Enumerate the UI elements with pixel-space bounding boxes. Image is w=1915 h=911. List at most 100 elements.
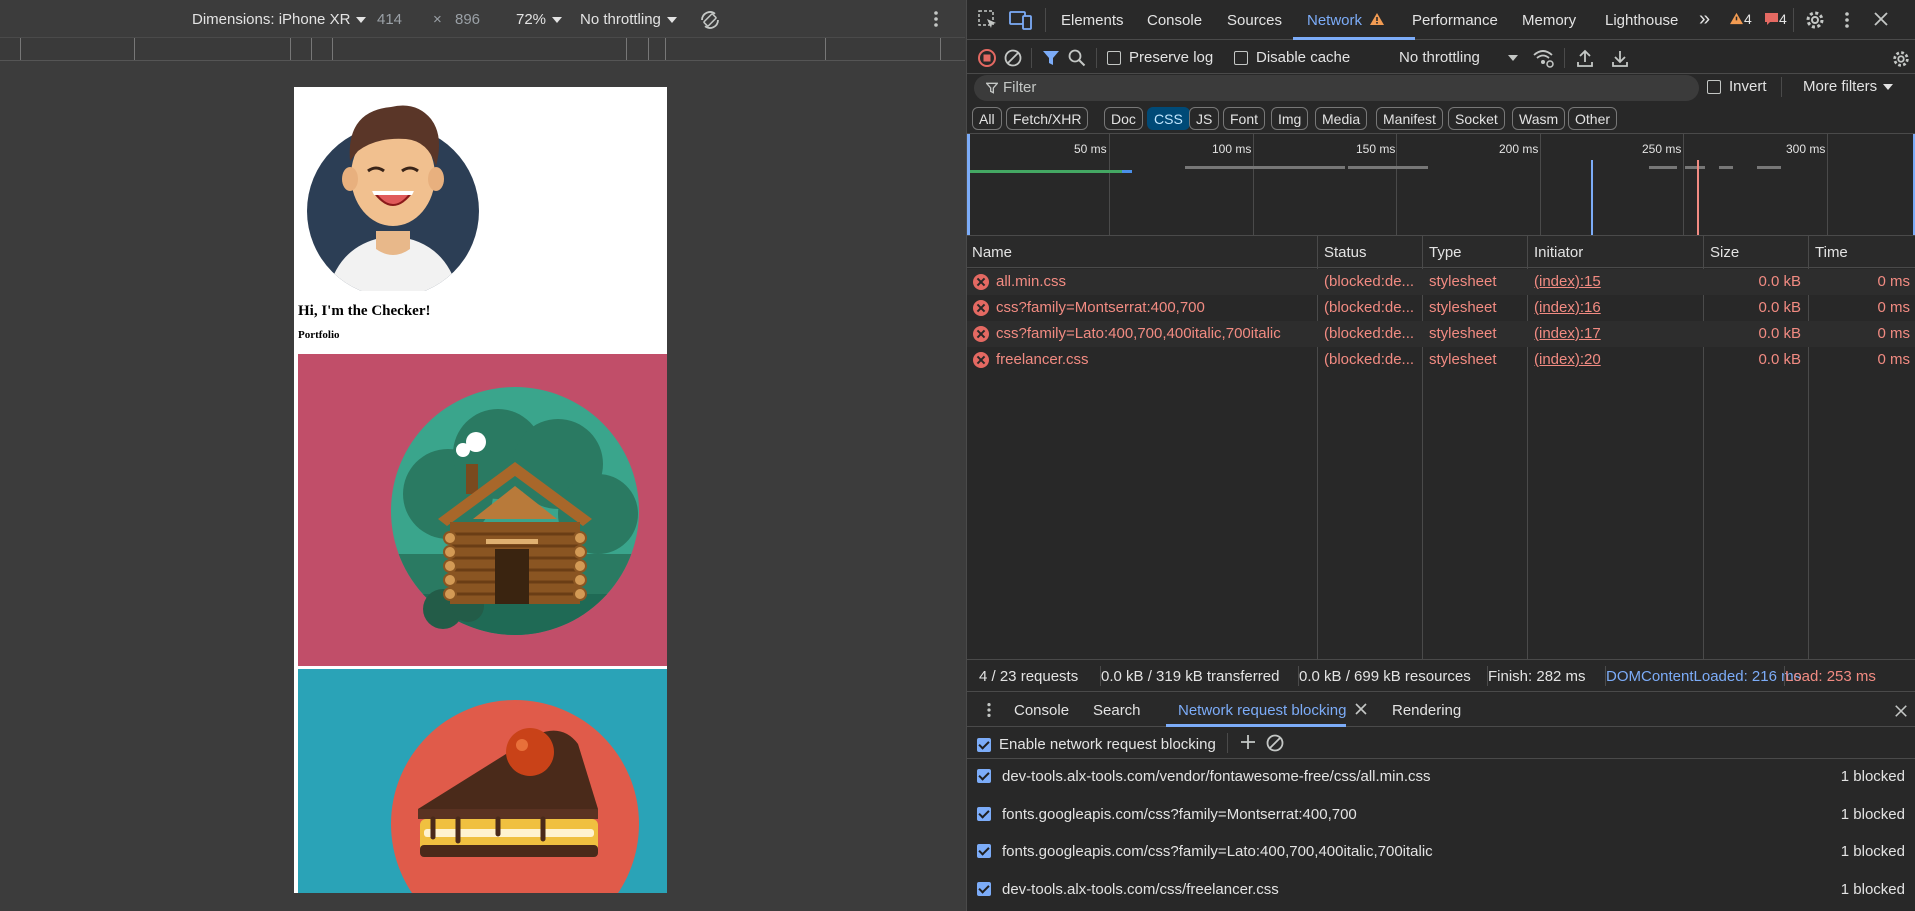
width-input[interactable]: 414 — [377, 11, 402, 28]
preserve-log-toggle[interactable]: Preserve log — [1107, 49, 1213, 66]
tab-network[interactable]: Network — [1307, 12, 1385, 29]
request-initiator-link[interactable]: (index):20 — [1534, 351, 1601, 368]
inspect-element-icon[interactable] — [977, 9, 999, 35]
drawer-tab-network-request-blocking[interactable]: Network request blocking — [1178, 702, 1367, 719]
portfolio-item-cake[interactable] — [298, 669, 667, 893]
tab-console[interactable]: Console — [1147, 12, 1202, 29]
pattern-checkbox[interactable] — [977, 807, 991, 821]
request-initiator-link[interactable]: (index):15 — [1534, 273, 1601, 290]
errors-counter[interactable]: 4 — [1764, 11, 1787, 27]
col-time[interactable]: Time — [1815, 244, 1848, 261]
add-pattern-icon[interactable] — [1240, 734, 1256, 754]
list-item[interactable]: dev-tools.alx-tools.com/css/freelancer.c… — [967, 872, 1915, 909]
col-size[interactable]: Size — [1710, 244, 1739, 261]
more-tabs-icon[interactable]: » — [1699, 8, 1710, 31]
enable-blocking-label: Enable network request blocking — [999, 736, 1216, 753]
request-time: 0 ms — [1877, 325, 1910, 342]
drawer-tab-search[interactable]: Search — [1093, 702, 1141, 719]
col-type[interactable]: Type — [1429, 244, 1462, 261]
preserve-log-checkbox[interactable] — [1107, 51, 1121, 66]
warnings-counter[interactable]: 4 — [1729, 11, 1752, 27]
filter-chip-socket[interactable]: Socket — [1448, 107, 1505, 130]
table-row[interactable]: css?family=Montserrat:400,700 (blocked:d… — [967, 295, 1915, 321]
request-blocking-toolbar: Enable network request blocking — [967, 727, 1915, 759]
filter-chip-all[interactable]: All — [972, 107, 1002, 130]
overview-left-handle[interactable] — [967, 134, 970, 235]
record-stop-icon[interactable] — [978, 49, 996, 71]
filter-input[interactable]: Filter — [974, 75, 1699, 101]
zoom-select[interactable]: 72% — [516, 11, 563, 28]
request-initiator-link[interactable]: (index):17 — [1534, 325, 1601, 342]
list-item[interactable]: fonts.googleapis.com/css?family=Montserr… — [967, 797, 1915, 834]
drawer-tab-rendering[interactable]: Rendering — [1392, 702, 1461, 719]
filter-chip-media[interactable]: Media — [1315, 107, 1368, 130]
network-conditions-icon[interactable] — [1532, 48, 1554, 72]
filter-chip-doc[interactable]: Doc — [1104, 107, 1143, 130]
network-settings-gear-icon[interactable] — [1891, 49, 1911, 73]
device-select[interactable]: Dimensions: iPhone XR — [192, 11, 367, 28]
filter-chip-css[interactable]: CSS — [1147, 107, 1190, 130]
throttle-select[interactable]: No throttling — [580, 11, 677, 28]
request-size: 0.0 kB — [1758, 325, 1801, 342]
col-initiator[interactable]: Initiator — [1534, 244, 1583, 261]
request-name: freelancer.css — [996, 351, 1089, 368]
filter-chip-img[interactable]: Img — [1271, 107, 1309, 130]
invert-toggle[interactable]: Invert — [1707, 78, 1767, 95]
tab-lighthouse[interactable]: Lighthouse — [1605, 12, 1678, 29]
warnings-count: 4 — [1744, 11, 1752, 27]
import-har-icon[interactable] — [1576, 48, 1594, 72]
remove-all-patterns-icon[interactable] — [1266, 734, 1284, 756]
chevron-down-icon — [666, 17, 677, 24]
more-options-icon[interactable] — [1844, 10, 1850, 34]
settings-gear-icon[interactable] — [1804, 9, 1826, 35]
filter-chip-js[interactable]: JS — [1189, 107, 1220, 130]
filter-chip-font[interactable]: Font — [1223, 107, 1266, 130]
list-item[interactable]: fonts.googleapis.com/css?family=Lato:400… — [967, 834, 1915, 871]
overview-tick-250: 250 ms — [1642, 142, 1682, 156]
tab-performance[interactable]: Performance — [1412, 12, 1498, 29]
invert-checkbox[interactable] — [1707, 80, 1721, 95]
clear-icon[interactable] — [1004, 49, 1022, 71]
network-throttle-select[interactable]: No throttling — [1399, 49, 1518, 66]
filter-chip-wasm[interactable]: Wasm — [1512, 107, 1566, 130]
export-har-icon[interactable] — [1611, 48, 1629, 72]
device-toggle-icon[interactable] — [1009, 9, 1033, 35]
disable-cache-toggle[interactable]: Disable cache — [1234, 49, 1350, 66]
enable-blocking-toggle[interactable]: Enable network request blocking — [977, 736, 1216, 753]
request-size: 0.0 kB — [1758, 273, 1801, 290]
pattern-checkbox[interactable] — [977, 769, 991, 783]
list-item[interactable]: dev-tools.alx-tools.com/vendor/fontaweso… — [967, 759, 1915, 796]
table-row[interactable]: freelancer.css (blocked:de... stylesheet… — [967, 347, 1915, 373]
portfolio-item-cabin[interactable] — [298, 354, 667, 666]
more-filters-select[interactable]: More filters — [1803, 78, 1894, 95]
col-name[interactable]: Name — [972, 244, 1012, 261]
col-status[interactable]: Status — [1324, 244, 1367, 261]
pattern-checkbox[interactable] — [977, 844, 991, 858]
drawer-menu-icon[interactable] — [986, 701, 992, 723]
tab-sources[interactable]: Sources — [1227, 12, 1282, 29]
search-icon[interactable] — [1068, 49, 1086, 71]
request-time: 0 ms — [1877, 351, 1910, 368]
filter-chip-manifest[interactable]: Manifest — [1376, 107, 1443, 130]
request-type: stylesheet — [1429, 325, 1497, 342]
table-row[interactable]: all.min.css (blocked:de... stylesheet (i… — [967, 269, 1915, 295]
table-row[interactable]: css?family=Lato:400,700,400italic,700ita… — [967, 321, 1915, 347]
disable-cache-checkbox[interactable] — [1234, 51, 1248, 66]
tab-memory[interactable]: Memory — [1522, 12, 1576, 29]
tab-elements[interactable]: Elements — [1061, 12, 1124, 29]
pattern-checkbox[interactable] — [977, 882, 991, 896]
drawer-tab-console[interactable]: Console — [1014, 702, 1069, 719]
more-options-icon[interactable] — [933, 9, 939, 33]
filter-chip-other[interactable]: Other — [1568, 107, 1618, 130]
request-initiator-link[interactable]: (index):16 — [1534, 299, 1601, 316]
close-drawer-icon[interactable] — [1894, 704, 1908, 722]
network-overview-timeline[interactable]: 50 ms 100 ms 150 ms 200 ms 250 ms 300 ms — [967, 134, 1915, 236]
media-query-ruler[interactable] — [0, 38, 965, 61]
close-tab-icon[interactable] — [1355, 703, 1367, 715]
close-devtools-icon[interactable] — [1873, 11, 1889, 31]
enable-blocking-checkbox[interactable] — [977, 738, 991, 753]
rotate-icon[interactable] — [698, 8, 722, 36]
filter-chip-fetch-xhr[interactable]: Fetch/XHR — [1006, 107, 1089, 130]
filter-funnel-icon[interactable] — [1042, 49, 1060, 71]
height-input[interactable]: 896 — [455, 11, 480, 28]
